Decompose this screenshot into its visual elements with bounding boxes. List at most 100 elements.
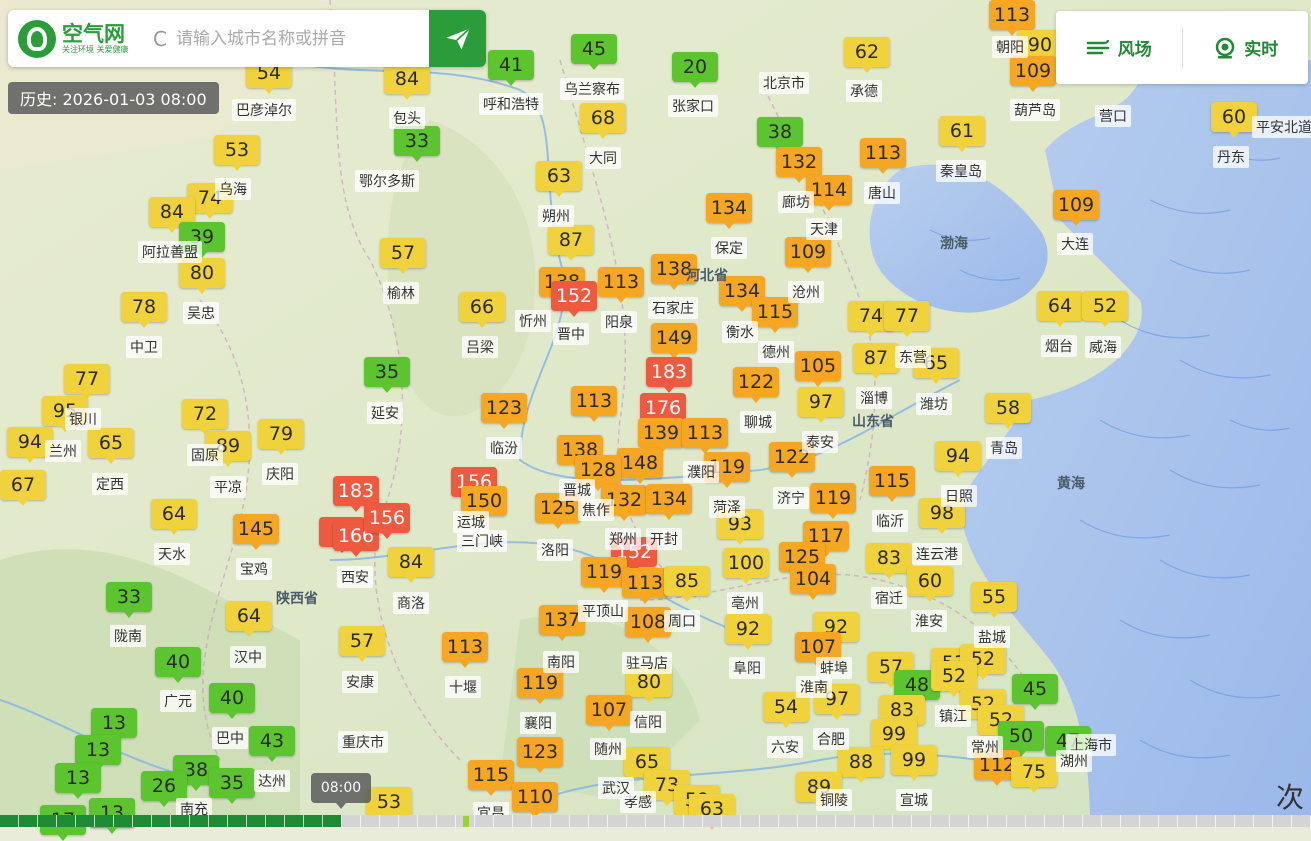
aqi-marker[interactable]: 62: [844, 37, 890, 73]
aqi-marker[interactable]: 113: [442, 632, 488, 668]
aqi-marker[interactable]: 58: [985, 393, 1031, 429]
aqi-marker[interactable]: 83: [866, 543, 912, 579]
aqi-marker[interactable]: 64: [226, 601, 272, 637]
city-label[interactable]: 郑州: [605, 528, 641, 550]
city-label[interactable]: 巴中: [212, 727, 248, 749]
aqi-marker[interactable]: 100: [723, 548, 769, 584]
city-label[interactable]: 临沂: [872, 510, 908, 532]
city-label[interactable]: 秦皇岛: [936, 160, 986, 182]
city-label[interactable]: 汉中: [230, 646, 266, 668]
city-label[interactable]: 十堰: [445, 676, 481, 698]
aqi-marker[interactable]: 183: [333, 476, 379, 512]
city-label[interactable]: 阜阳: [729, 657, 765, 679]
city-label[interactable]: 烟台: [1041, 335, 1077, 357]
timeline-track[interactable]: [0, 815, 1311, 827]
city-label[interactable]: 六安: [767, 736, 803, 758]
aqi-marker[interactable]: 113: [571, 386, 617, 422]
aqi-marker[interactable]: 65: [88, 428, 134, 464]
city-label[interactable]: 葫芦岛: [1010, 99, 1060, 121]
aqi-marker[interactable]: 109: [1010, 56, 1056, 92]
aqi-marker[interactable]: 45: [1012, 674, 1058, 710]
city-label[interactable]: 潍坊: [916, 393, 952, 415]
aqi-marker[interactable]: 87: [548, 225, 594, 261]
aqi-marker[interactable]: 149: [651, 323, 697, 359]
aqi-marker[interactable]: 52: [1082, 291, 1128, 327]
aqi-marker[interactable]: 139: [638, 418, 684, 454]
aqi-marker[interactable]: 61: [939, 116, 985, 152]
aqi-marker[interactable]: 40: [155, 647, 201, 683]
city-label[interactable]: 襄阳: [520, 712, 556, 734]
city-label[interactable]: 西安: [337, 566, 373, 588]
aqi-marker[interactable]: 134: [706, 193, 752, 229]
aqi-marker[interactable]: 145: [233, 514, 279, 550]
city-label[interactable]: 合肥: [813, 728, 849, 750]
aqi-marker[interactable]: 152: [551, 281, 597, 317]
aqi-marker[interactable]: 64: [151, 499, 197, 535]
city-label[interactable]: 丹东: [1213, 146, 1249, 168]
city-label[interactable]: 东营: [895, 346, 931, 368]
aqi-marker[interactable]: 13: [75, 735, 121, 771]
aqi-marker[interactable]: 115: [468, 760, 514, 796]
city-label[interactable]: 忻州: [515, 310, 551, 332]
aqi-marker[interactable]: 33: [106, 582, 152, 618]
aqi-marker[interactable]: 67: [0, 470, 46, 506]
aqi-marker[interactable]: 60: [1211, 102, 1257, 138]
aqi-marker[interactable]: 113: [860, 138, 906, 174]
city-label[interactable]: 信阳: [630, 711, 666, 733]
city-label[interactable]: 焦作: [578, 499, 614, 521]
city-label[interactable]: 武汉: [598, 777, 634, 799]
aqi-marker[interactable]: 53: [214, 135, 260, 171]
aqi-marker[interactable]: 123: [481, 393, 527, 429]
aqi-marker[interactable]: 148: [617, 448, 663, 484]
city-label[interactable]: 广元: [160, 690, 196, 712]
aqi-marker[interactable]: 45: [571, 34, 617, 70]
city-label[interactable]: 庆阳: [262, 463, 298, 485]
aqi-marker[interactable]: 107: [586, 695, 632, 731]
aqi-marker[interactable]: 20: [672, 52, 718, 88]
city-label[interactable]: 达州: [254, 770, 290, 792]
city-label[interactable]: 铜陵: [816, 789, 852, 811]
aqi-marker[interactable]: 110: [512, 782, 558, 818]
realtime-button[interactable]: 实时: [1181, 27, 1309, 68]
city-label[interactable]: 天水: [154, 543, 190, 565]
city-label[interactable]: 营口: [1095, 105, 1131, 127]
timeline-handle[interactable]: [462, 816, 469, 827]
refresh-icon[interactable]: C: [146, 27, 174, 51]
aqi-marker[interactable]: 72: [182, 399, 228, 435]
aqi-marker[interactable]: 55: [971, 582, 1017, 618]
city-label[interactable]: 定西: [92, 473, 128, 495]
aqi-marker[interactable]: 77: [64, 364, 110, 400]
aqi-marker[interactable]: 97: [798, 387, 844, 423]
city-label[interactable]: 日照: [941, 485, 977, 507]
city-label[interactable]: 吴忠: [183, 302, 219, 324]
city-label[interactable]: 淄博: [856, 387, 892, 409]
city-label[interactable]: 镇江: [935, 705, 971, 727]
aqi-marker[interactable]: 79: [258, 419, 304, 455]
city-label[interactable]: 青岛: [986, 437, 1022, 459]
city-label[interactable]: 淮安: [911, 610, 947, 632]
city-label[interactable]: 呼和浩特: [479, 93, 543, 115]
city-label[interactable]: 宝鸡: [236, 558, 272, 580]
aqi-marker[interactable]: 60: [907, 566, 953, 602]
site-logo[interactable]: 空气网 关注环境 关爱健康: [8, 10, 146, 67]
aqi-marker[interactable]: 75: [1011, 757, 1057, 793]
aqi-marker[interactable]: 122: [733, 367, 779, 403]
aqi-marker[interactable]: 52: [931, 661, 977, 697]
city-label[interactable]: 济宁: [773, 487, 809, 509]
city-label[interactable]: 保定: [711, 237, 747, 259]
city-label[interactable]: 重庆市: [338, 731, 388, 753]
aqi-marker[interactable]: 53: [366, 787, 412, 823]
city-label[interactable]: 天津: [806, 218, 842, 240]
aqi-marker[interactable]: 119: [581, 557, 627, 593]
city-label[interactable]: 唐山: [864, 182, 900, 204]
city-label[interactable]: 濮阳: [683, 461, 719, 483]
city-label[interactable]: 榆林: [383, 282, 419, 304]
city-label[interactable]: 菏泽: [709, 496, 745, 518]
city-label[interactable]: 德州: [758, 341, 794, 363]
city-label[interactable]: 吕梁: [462, 336, 498, 358]
aqi-marker[interactable]: 88: [838, 747, 884, 783]
aqi-marker[interactable]: 13: [91, 708, 137, 744]
aqi-marker[interactable]: 50: [998, 721, 1044, 757]
aqi-marker[interactable]: 85: [664, 566, 710, 602]
aqi-marker[interactable]: 35: [364, 357, 410, 393]
